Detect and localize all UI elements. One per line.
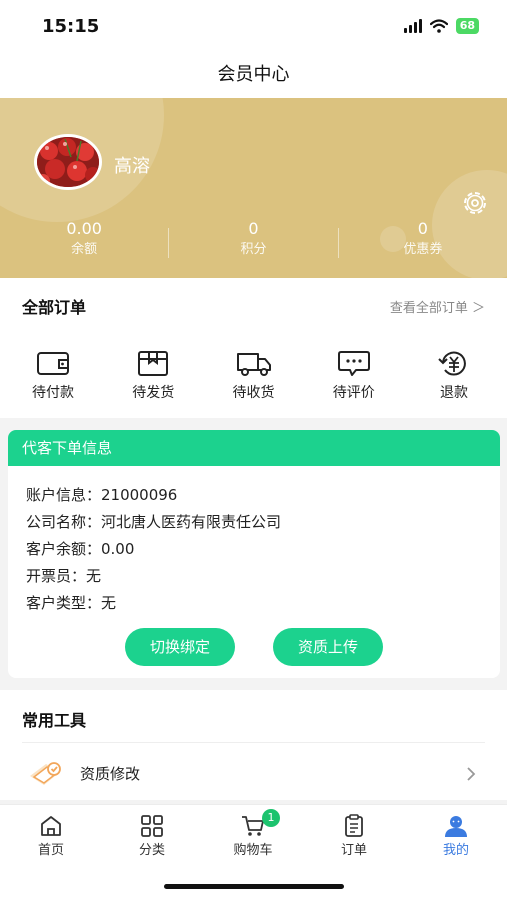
status-icons: 68 bbox=[403, 18, 479, 34]
stat-value: 0.00 bbox=[66, 219, 102, 238]
invoice-clerk: 开票员：无 bbox=[26, 567, 102, 585]
switch-binding-button[interactable]: 切换绑定 bbox=[125, 628, 235, 666]
order-pending-review[interactable]: 待评价 bbox=[317, 334, 391, 402]
customer-balance: 客户余额：0.00 bbox=[26, 540, 135, 558]
stat-value: 0 bbox=[417, 219, 428, 238]
clipboard-icon bbox=[345, 814, 363, 837]
stat-balance[interactable]: 0.00 余额 bbox=[0, 218, 168, 268]
common-tools-section: 常用工具 资质修改 bbox=[0, 690, 507, 800]
account-info: 账户信息：21000096 bbox=[26, 486, 178, 504]
nav-bar: 会员中心 bbox=[0, 52, 507, 98]
tool-item-qualification-edit[interactable]: 资质修改 bbox=[0, 752, 507, 796]
stat-label: 积分 bbox=[240, 242, 267, 257]
order-pending-payment[interactable]: 待付款 bbox=[16, 334, 90, 402]
battery-icon: 68 bbox=[455, 18, 479, 34]
profile-header: 高溶 0.00 余额 0 积分 0 优惠券 bbox=[0, 98, 507, 278]
order-label: 待评价 bbox=[332, 385, 375, 401]
customer-type: 客户类型：无 bbox=[26, 594, 117, 612]
proxy-card-title: 代客下单信息 bbox=[8, 430, 500, 466]
stat-label: 余额 bbox=[71, 242, 98, 257]
account-stats: 0.00 余额 0 积分 0 优惠券 bbox=[0, 218, 507, 268]
tab-cart[interactable]: 1 购物车 bbox=[213, 809, 293, 861]
divider bbox=[22, 742, 485, 743]
order-label: 待付款 bbox=[32, 385, 74, 401]
view-all-orders-link[interactable]: 查看全部订单 ＞ bbox=[390, 297, 485, 316]
wallet-icon bbox=[37, 352, 69, 375]
upload-qualification-button[interactable]: 资质上传 bbox=[273, 628, 383, 666]
refund-icon bbox=[438, 351, 466, 376]
avatar[interactable] bbox=[34, 134, 102, 190]
settings-gear-icon[interactable] bbox=[460, 188, 490, 218]
tab-label: 购物车 bbox=[233, 843, 273, 858]
proxy-order-card: 代客下单信息 账户信息：21000096 公司名称：河北唐人医药有限责任公司 客… bbox=[8, 430, 500, 678]
company-name: 公司名称：河北唐人医药有限责任公司 bbox=[26, 513, 282, 531]
orders-title: 全部订单 bbox=[22, 298, 87, 317]
home-icon bbox=[41, 816, 61, 836]
comment-icon bbox=[337, 351, 370, 376]
user-icon bbox=[445, 816, 467, 837]
cherries-image bbox=[37, 137, 99, 187]
stat-coupons[interactable]: 0 优惠券 bbox=[339, 218, 507, 268]
grid-icon bbox=[141, 815, 163, 837]
order-label: 待发货 bbox=[132, 385, 175, 401]
tab-mine[interactable]: 我的 bbox=[416, 813, 496, 861]
proxy-info-list: 账户信息：21000096 公司名称：河北唐人医药有限责任公司 客户余额：0.0… bbox=[8, 466, 500, 617]
orders-header: 全部订单 查看全部订单 ＞ bbox=[0, 278, 507, 334]
tab-label: 订单 bbox=[340, 843, 367, 858]
tab-label: 我的 bbox=[442, 843, 469, 858]
tab-label: 分类 bbox=[138, 843, 165, 858]
status-bar: 15:15 68 bbox=[0, 0, 507, 52]
order-pending-shipment[interactable]: 待发货 bbox=[116, 334, 190, 402]
order-label: 退款 bbox=[440, 385, 468, 401]
orders-section: 全部订单 查看全部订单 ＞ 待付款 待发货 待收货 待评价 退款 bbox=[0, 278, 507, 418]
tool-label: 资质修改 bbox=[80, 765, 141, 783]
tab-category[interactable]: 分类 bbox=[112, 813, 192, 861]
order-pending-receipt[interactable]: 待收货 bbox=[217, 334, 291, 402]
tab-home[interactable]: 首页 bbox=[11, 813, 91, 861]
status-time: 15:15 bbox=[42, 16, 100, 37]
document-edit-icon bbox=[30, 762, 61, 785]
wifi-icon bbox=[429, 19, 448, 33]
proxy-actions: 切换绑定 资质上传 bbox=[8, 628, 500, 666]
tab-orders[interactable]: 订单 bbox=[314, 813, 394, 861]
home-indicator bbox=[164, 884, 344, 889]
tools-title: 常用工具 bbox=[22, 711, 87, 730]
username: 高溶 bbox=[114, 156, 150, 177]
order-refund[interactable]: 退款 bbox=[417, 334, 491, 402]
stat-points[interactable]: 0 积分 bbox=[169, 218, 337, 268]
page-title: 会员中心 bbox=[217, 64, 290, 85]
stat-value: 0 bbox=[248, 219, 259, 238]
chevron-right-icon bbox=[467, 767, 476, 781]
cart-count-badge: 1 bbox=[262, 809, 280, 827]
box-icon bbox=[138, 351, 169, 376]
tab-label: 首页 bbox=[37, 843, 64, 858]
truck-icon bbox=[236, 353, 271, 376]
stat-label: 优惠券 bbox=[403, 242, 443, 257]
cellular-signal-icon bbox=[403, 19, 422, 33]
order-status-row: 待付款 待发货 待收货 待评价 退款 bbox=[0, 334, 507, 402]
order-label: 待收货 bbox=[232, 385, 275, 401]
